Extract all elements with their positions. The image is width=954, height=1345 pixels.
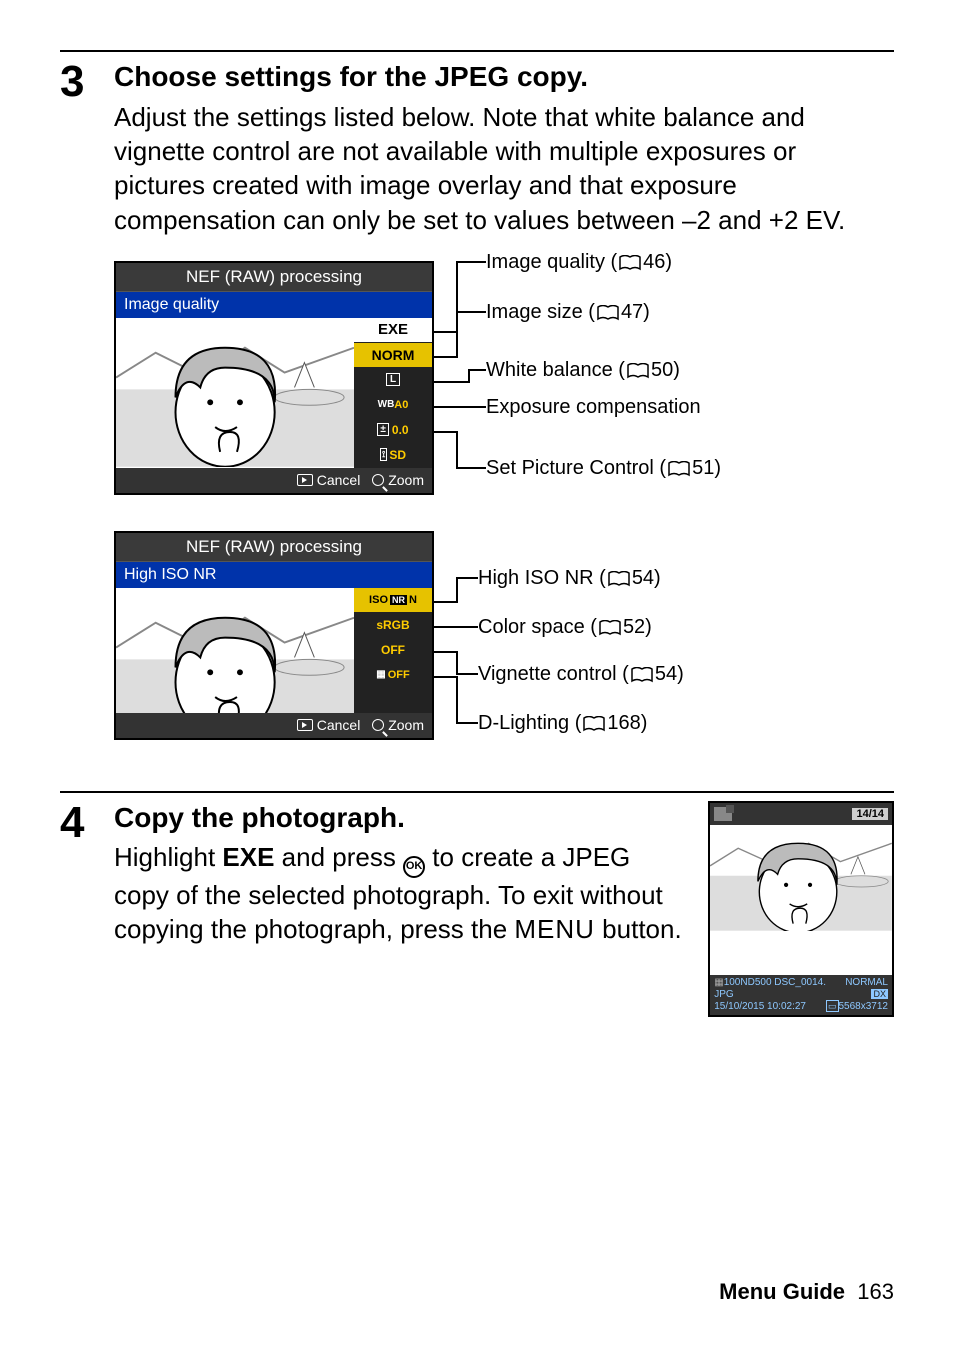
book-icon (631, 667, 653, 683)
lcd2-cancel: Cancel (317, 717, 361, 733)
menu-item-exe: EXE (354, 318, 432, 343)
result-footer: ▦100ND500 DSC_0014. JPG 15/10/2015 10:02… (710, 975, 892, 1015)
callout-exposure-compensation: Exposure compensation (486, 396, 701, 419)
result-date: 15/10/2015 10:02:27 (714, 1001, 806, 1012)
portrait-illustration (710, 825, 892, 931)
ok-icon: OK (403, 856, 425, 878)
menu-item-size: L (354, 368, 432, 393)
step-number-3: 3 (60, 60, 96, 104)
lcd1-illustration (116, 318, 354, 468)
lcd2-menu: ISONRN sRGB OFF ▦OFF (354, 588, 432, 713)
callout-white-balance: White balance (50) (486, 359, 680, 382)
lcd2-title: NEF (RAW) processing (116, 533, 432, 562)
lcd2-zoom: Zoom (388, 717, 424, 733)
lcd1-footer: Cancel Zoom (116, 468, 432, 493)
portrait-illustration (116, 588, 354, 713)
callout-d-lighting: D-Lighting (168) (478, 712, 647, 735)
step-3-body: Adjust the settings listed below. Note t… (114, 100, 894, 237)
lcd1-subtitle: Image quality (116, 292, 432, 318)
menu-item-norm: NORM (354, 343, 432, 368)
menu-item-dlighting: ▦OFF (354, 663, 432, 688)
page-footer: Menu Guide 163 (719, 1279, 894, 1305)
footer-page: 163 (857, 1279, 894, 1304)
menu-item-wb: WB A0 (354, 393, 432, 418)
lcd1-zoom: Zoom (388, 472, 424, 488)
lcd-screen-2: NEF (RAW) processing High ISO NR (114, 531, 434, 740)
book-icon (619, 255, 641, 271)
callout-picture-control: Set Picture Control (51) (486, 457, 721, 480)
zoom-icon (372, 474, 384, 486)
lcd1-cancel: Cancel (317, 472, 361, 488)
book-icon (599, 620, 621, 636)
callout-image-quality: Image quality (46) (486, 251, 672, 274)
callout-color-space: Color space (52) (478, 616, 652, 639)
book-icon (608, 571, 630, 587)
step-4-body: Highlight EXE and press OK to create a J… (114, 840, 684, 946)
lcd2-footer: Cancel Zoom (116, 713, 432, 738)
menu-spacer (354, 688, 432, 713)
step-4: 4 Copy the photograph. Highlight EXE and… (60, 791, 894, 1017)
lcd2-illustration (116, 588, 354, 713)
book-icon (597, 305, 619, 321)
footer-label: Menu Guide (719, 1279, 845, 1304)
result-crop: DX (871, 989, 888, 999)
frame-counter: 14/14 (852, 808, 888, 820)
screen-1-block: NEF (RAW) processing Image quality (114, 261, 894, 501)
menu-item-vignette: OFF (354, 638, 432, 663)
result-illustration (710, 825, 892, 975)
lcd-screen-1: NEF (RAW) processing Image quality (114, 261, 434, 495)
callout-high-iso-nr: High ISO NR (54) (478, 567, 661, 590)
cancel-icon (297, 474, 313, 486)
menu-item-color-space: sRGB (354, 613, 432, 638)
cancel-icon (297, 719, 313, 731)
callout-vignette-control: Vignette control (54) (478, 663, 684, 686)
menu-item-iso-nr: ISONRN (354, 588, 432, 613)
portrait-illustration (116, 318, 354, 467)
lcd1-title: NEF (RAW) processing (116, 263, 432, 292)
result-dimensions: 5568x3712 (839, 1001, 889, 1012)
menu-item-picture-control: ⟟ SD (354, 443, 432, 468)
step-3: 3 Choose settings for the JPEG copy. Adj… (60, 50, 894, 761)
book-icon (627, 363, 649, 379)
callout-image-size: Image size (47) (486, 301, 650, 324)
exe-label: EXE (222, 842, 274, 872)
step-4-title: Copy the photograph. (114, 801, 684, 835)
menu-button-label: MENU (514, 914, 595, 944)
result-quality: NORMAL (845, 977, 888, 988)
zoom-icon (372, 719, 384, 731)
step-3-title: Choose settings for the JPEG copy. (114, 60, 894, 94)
screen-2-block: NEF (RAW) processing High ISO NR (114, 531, 894, 761)
menu-item-exposure: ± 0.0 (354, 418, 432, 443)
lcd2-subtitle: High ISO NR (116, 562, 432, 588)
step-number-4: 4 (60, 801, 96, 845)
result-folder: 100ND500 (724, 977, 772, 988)
book-icon (583, 716, 605, 732)
lcd1-menu: EXE NORM L WB A0 ± 0.0 ⟟ (354, 318, 432, 468)
result-lcd: 14/14 (708, 801, 894, 1017)
book-icon (668, 461, 690, 477)
retouch-icon (714, 807, 732, 821)
